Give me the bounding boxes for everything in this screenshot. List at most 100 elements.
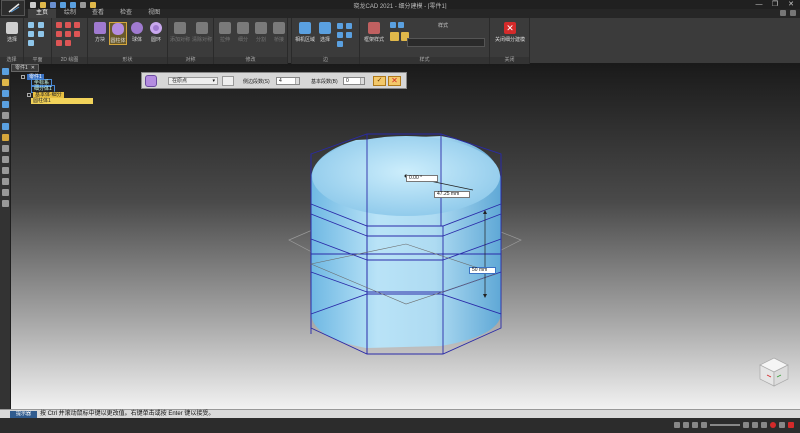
globe-icon[interactable] bbox=[2, 200, 9, 207]
tools-icon[interactable] bbox=[2, 101, 9, 108]
minimize-button[interactable]: — bbox=[752, 0, 766, 9]
group-shape: 方块 圆柱体 球体 圆环 形状 bbox=[88, 18, 168, 64]
ribbon-tab-bar: 主页 绘制 查看 检查 视图 bbox=[0, 9, 800, 18]
line-icon[interactable] bbox=[56, 22, 62, 28]
bottom-toolbar bbox=[0, 418, 800, 433]
height-dimension-field[interactable]: 50 mm bbox=[469, 267, 496, 274]
extrude-icon bbox=[219, 22, 231, 34]
grid-icon[interactable] bbox=[683, 422, 689, 428]
zoom-slider[interactable] bbox=[710, 424, 740, 426]
trim-icon[interactable] bbox=[65, 40, 71, 46]
rectangle-icon[interactable] bbox=[65, 31, 71, 37]
window-controls: — ❐ ✕ bbox=[752, 0, 798, 9]
group-close: ✕ 关闭细分建模 关闭 bbox=[490, 18, 530, 64]
app-logo-icon bbox=[8, 3, 20, 13]
angle-dimension-field[interactable]: 0.00 ° bbox=[406, 175, 438, 182]
view-cube-icon[interactable] bbox=[757, 355, 791, 389]
maximize-button[interactable]: ❐ bbox=[768, 0, 782, 9]
close-window-button[interactable]: ✕ bbox=[784, 0, 798, 9]
grid-icon[interactable] bbox=[2, 167, 9, 174]
arc-icon[interactable] bbox=[65, 22, 71, 28]
plane-yz-icon[interactable] bbox=[28, 31, 34, 37]
tab-draw[interactable]: 绘制 bbox=[56, 9, 84, 18]
subdivide-button[interactable]: 细分 bbox=[234, 22, 252, 43]
torus-icon bbox=[150, 22, 162, 34]
record-icon[interactable] bbox=[770, 422, 776, 428]
box-icon bbox=[94, 22, 106, 34]
style-select[interactable] bbox=[407, 38, 485, 47]
app-menu-button[interactable] bbox=[1, 0, 25, 16]
settings-icon[interactable] bbox=[2, 189, 9, 196]
radius-dimension-field[interactable]: 47.25 mm bbox=[434, 191, 470, 198]
scene-canvas bbox=[288, 133, 522, 355]
layers-icon[interactable] bbox=[2, 90, 9, 97]
table-icon[interactable] bbox=[2, 178, 9, 185]
status-message: 按 Ctrl 并滚动鼠标中键以更改值。右键单击或按 Enter 键以接受。 bbox=[40, 411, 215, 417]
point-icon[interactable] bbox=[56, 40, 62, 46]
prompt-tab[interactable]: 提示器 bbox=[10, 411, 37, 418]
invert-select-icon[interactable] bbox=[337, 41, 343, 47]
left-toolbar bbox=[0, 64, 11, 409]
material-icon[interactable] bbox=[761, 422, 767, 428]
close-red-icon: ✕ bbox=[504, 22, 516, 34]
extrude-button[interactable]: 拉伸 bbox=[216, 22, 234, 43]
tab-views[interactable]: 视图 bbox=[140, 9, 168, 18]
scene-browser-icon[interactable] bbox=[2, 68, 9, 75]
navigation-cube[interactable] bbox=[757, 355, 791, 391]
play-icon[interactable] bbox=[779, 422, 785, 428]
loop-select-icon[interactable] bbox=[337, 32, 343, 38]
3d-viewport[interactable]: 零件1 ✕ 零件1 坐标系 细分体1 基本体·细分 圆柱体1 在原点 ▾ 侧边段… bbox=[11, 64, 800, 409]
frame-style-button[interactable]: 框架样式 bbox=[362, 22, 386, 43]
clear-symmetry-icon bbox=[196, 22, 208, 34]
group-2d-sketch: 2D 绘图 bbox=[52, 18, 88, 64]
app-window: 晓龙CAD 2021 - 细分建模 - [零件1] — ❐ ✕ 主页 绘制 查看… bbox=[0, 0, 800, 433]
bridge-button[interactable]: 桥接 bbox=[270, 22, 288, 43]
stop-icon[interactable] bbox=[788, 422, 794, 428]
box-button[interactable]: 方块 bbox=[91, 22, 109, 43]
cylinder-button[interactable]: 圆柱体 bbox=[109, 22, 127, 45]
snap-icon[interactable] bbox=[674, 422, 680, 428]
ribbon-panel: 选择 选择 平面 2D 绘图 方块 圆柱体 球体 圆环 形状 添加对称 清除对称… bbox=[0, 18, 800, 64]
torus-button[interactable]: 圆环 bbox=[147, 22, 165, 43]
measure-icon[interactable] bbox=[701, 422, 707, 428]
select-region-button[interactable]: 选择 bbox=[316, 22, 334, 43]
split-button[interactable]: 分割 bbox=[252, 22, 270, 43]
pencil-icon[interactable] bbox=[2, 79, 9, 86]
shrink-selection-icon[interactable] bbox=[346, 23, 352, 29]
people-icon[interactable] bbox=[2, 112, 9, 119]
tab-home[interactable]: 主页 bbox=[28, 9, 57, 18]
sphere-button[interactable]: 球体 bbox=[128, 22, 146, 43]
select-button[interactable]: 选择 bbox=[3, 22, 21, 43]
paint-icon[interactable] bbox=[2, 123, 9, 130]
bottom-icons bbox=[674, 422, 794, 428]
tab-view[interactable]: 查看 bbox=[84, 9, 112, 18]
polygon-icon[interactable] bbox=[74, 31, 80, 37]
clear-symmetry-button[interactable]: 清除对称 bbox=[192, 22, 212, 43]
render-icon[interactable] bbox=[752, 422, 758, 428]
title-bar: 晓龙CAD 2021 - 细分建模 - [零件1] — ❐ ✕ bbox=[0, 0, 800, 10]
circle-icon[interactable] bbox=[74, 22, 80, 28]
cube-view-icon[interactable] bbox=[390, 32, 399, 41]
ortho-icon[interactable] bbox=[692, 422, 698, 428]
camera-region-button[interactable]: 相机区域 bbox=[294, 22, 316, 43]
view-top-icon[interactable] bbox=[398, 22, 404, 28]
plane-offset-icon[interactable] bbox=[38, 22, 44, 28]
settings-icon[interactable] bbox=[790, 10, 796, 16]
list-icon[interactable] bbox=[2, 156, 9, 163]
plane-xy-icon[interactable] bbox=[28, 22, 34, 28]
zoom-icon[interactable] bbox=[743, 422, 749, 428]
ring-select-icon[interactable] bbox=[346, 32, 352, 38]
add-symmetry-button[interactable]: 添加对称 bbox=[170, 22, 190, 43]
plane-angle-icon[interactable] bbox=[38, 31, 44, 37]
grow-selection-icon[interactable] bbox=[337, 23, 343, 29]
spline-icon[interactable] bbox=[56, 31, 62, 37]
help-book-icon[interactable] bbox=[2, 145, 9, 152]
group-display: 相机区域 选择 边 bbox=[292, 18, 360, 64]
close-subdivision-button[interactable]: ✕ 关闭细分建模 bbox=[493, 22, 527, 43]
plane-zx-icon[interactable] bbox=[28, 40, 34, 46]
group-symmetry: 添加对称 清除对称 对称 bbox=[168, 18, 214, 64]
help-icon[interactable] bbox=[780, 10, 786, 16]
tab-inspect[interactable]: 检查 bbox=[112, 9, 140, 18]
shield-icon[interactable] bbox=[2, 134, 9, 141]
view-front-icon[interactable] bbox=[390, 22, 396, 28]
